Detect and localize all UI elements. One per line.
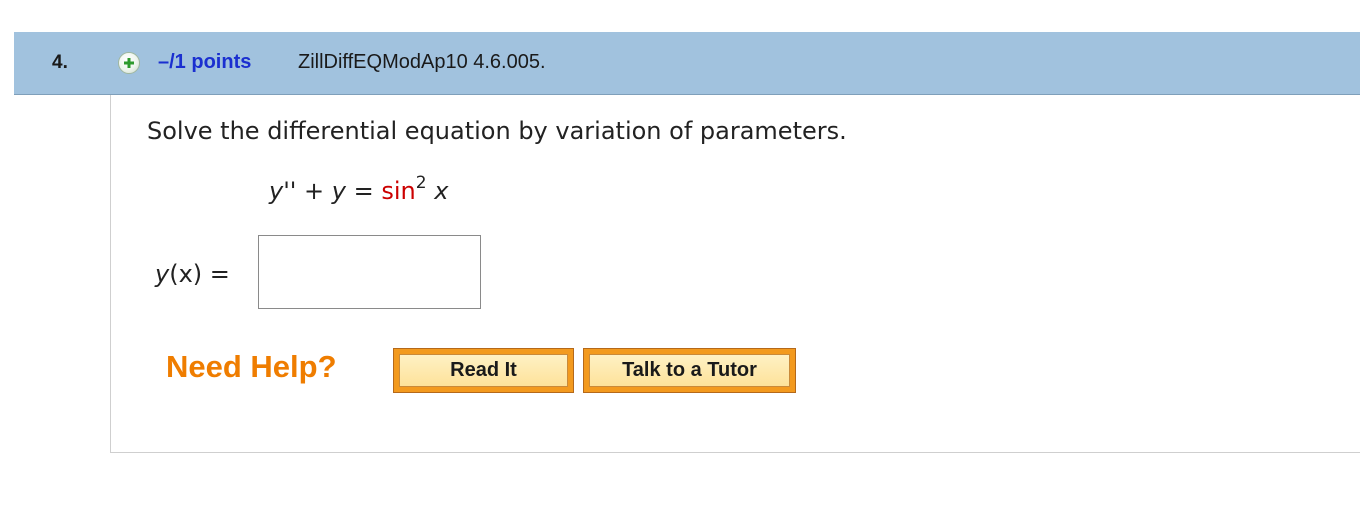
read-it-label: Read It [399, 354, 568, 387]
question-header: 4. –/1 points ZillDiffEQModAp10 4.6.005. [14, 32, 1360, 95]
answer-label-var: y [155, 260, 170, 288]
question-prompt: Solve the differential equation by varia… [147, 117, 847, 145]
equation-func: sin [381, 177, 416, 205]
talk-to-tutor-label: Talk to a Tutor [589, 354, 790, 387]
answer-input[interactable] [258, 235, 481, 309]
equation-equals: = [353, 177, 374, 205]
equation: y'' + y = sin2 x [269, 173, 449, 205]
points-link[interactable]: –/1 points [158, 51, 251, 74]
equation-arg: x [434, 177, 449, 205]
equation-lhs: y'' + y [269, 177, 346, 205]
answer-label: y(x) = [155, 260, 230, 288]
answer-label-rest: (x) = [169, 260, 230, 288]
need-help-label: Need Help? [166, 349, 337, 384]
question-body: Solve the differential equation by varia… [110, 95, 1360, 453]
talk-to-tutor-button[interactable]: Talk to a Tutor [583, 348, 796, 393]
read-it-button[interactable]: Read It [393, 348, 574, 393]
equation-exponent: 2 [415, 173, 427, 193]
plus-circle-icon[interactable] [118, 52, 140, 74]
question-number: 4. [52, 52, 68, 73]
problem-code: ZillDiffEQModAp10 4.6.005. [298, 51, 546, 73]
